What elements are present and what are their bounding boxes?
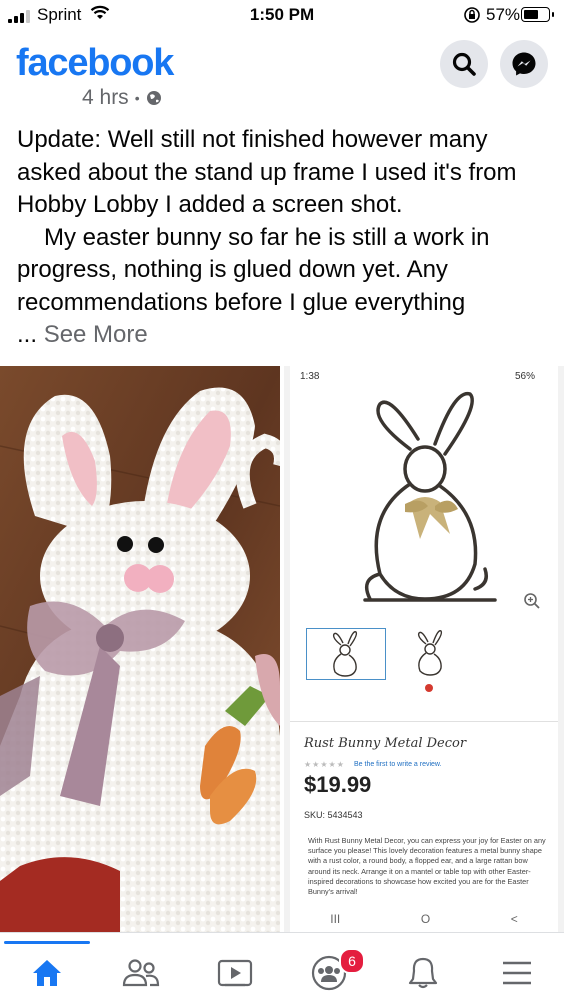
product-price: $19.99 (304, 772, 372, 797)
messenger-button[interactable] (500, 40, 548, 88)
tab-watch[interactable] (205, 949, 265, 997)
separator-dot: • (134, 90, 140, 106)
home-icon: O (420, 912, 431, 926)
post-text-line: Update: Well still not finished however … (17, 126, 517, 218)
ellipsis: ... (17, 321, 38, 348)
video-icon (217, 959, 253, 987)
post-photo-product-screenshot[interactable]: 1:38 56% Rust Bunny Metal Decor ★★★★★ Be… (284, 366, 564, 932)
android-nav-bar: III O < (290, 906, 558, 932)
screenshot-time: 1:38 (300, 371, 320, 382)
friends-icon (122, 959, 160, 987)
bottom-nav: 6 (0, 932, 564, 1003)
product-sku: SKU: 5434543 (304, 810, 363, 820)
status-bar: Sprint 1:50 PM 57% (0, 0, 564, 32)
zoom-icon[interactable] (523, 592, 541, 610)
post-time[interactable]: 4 hrs (82, 86, 129, 110)
facebook-logo[interactable]: facebook (16, 42, 174, 85)
rating-stars: ★★★★★ (304, 760, 345, 769)
metal-bunny-product-image (363, 391, 497, 602)
bell-icon (408, 957, 438, 989)
product-thumbnail-selected[interactable] (306, 628, 386, 680)
tab-home[interactable] (17, 949, 77, 997)
product-title: Rust Bunny Metal Decor (304, 736, 467, 751)
battery-icon (521, 7, 554, 22)
product-thumbnail[interactable] (410, 628, 450, 678)
notification-badge: 6 (339, 948, 365, 974)
post-meta: 4 hrs • (82, 86, 162, 110)
tab-menu[interactable] (487, 949, 547, 997)
post-photo-bunny-craft[interactable] (0, 366, 280, 932)
home-icon (33, 960, 61, 986)
tab-notifications[interactable] (393, 949, 453, 997)
see-more-link[interactable]: See More (44, 321, 148, 348)
active-tab-indicator (4, 941, 90, 944)
product-description: With Rust Bunny Metal Decor, you can exp… (308, 836, 546, 897)
post-body: Update: Well still not finished however … (17, 124, 557, 352)
menu-icon (503, 961, 531, 985)
rotation-lock-icon (463, 6, 481, 29)
post-text-line: My easter bunny so far he is still a wor… (17, 223, 490, 316)
battery-percent: 57% (486, 5, 521, 24)
globe-icon (146, 91, 161, 105)
back-icon: < (510, 912, 518, 926)
search-button[interactable] (440, 40, 488, 88)
write-review-link: Be the first to write a review. (354, 761, 442, 768)
product-screenshot: 1:38 56% Rust Bunny Metal Decor ★★★★★ Be… (290, 366, 558, 932)
carousel-indicator (425, 684, 433, 692)
divider (290, 721, 558, 722)
tab-friends[interactable] (111, 949, 171, 997)
recents-icon: III (330, 912, 341, 926)
search-icon (452, 52, 476, 76)
messenger-icon (512, 52, 536, 76)
screenshot-battery: 56% (515, 371, 536, 382)
